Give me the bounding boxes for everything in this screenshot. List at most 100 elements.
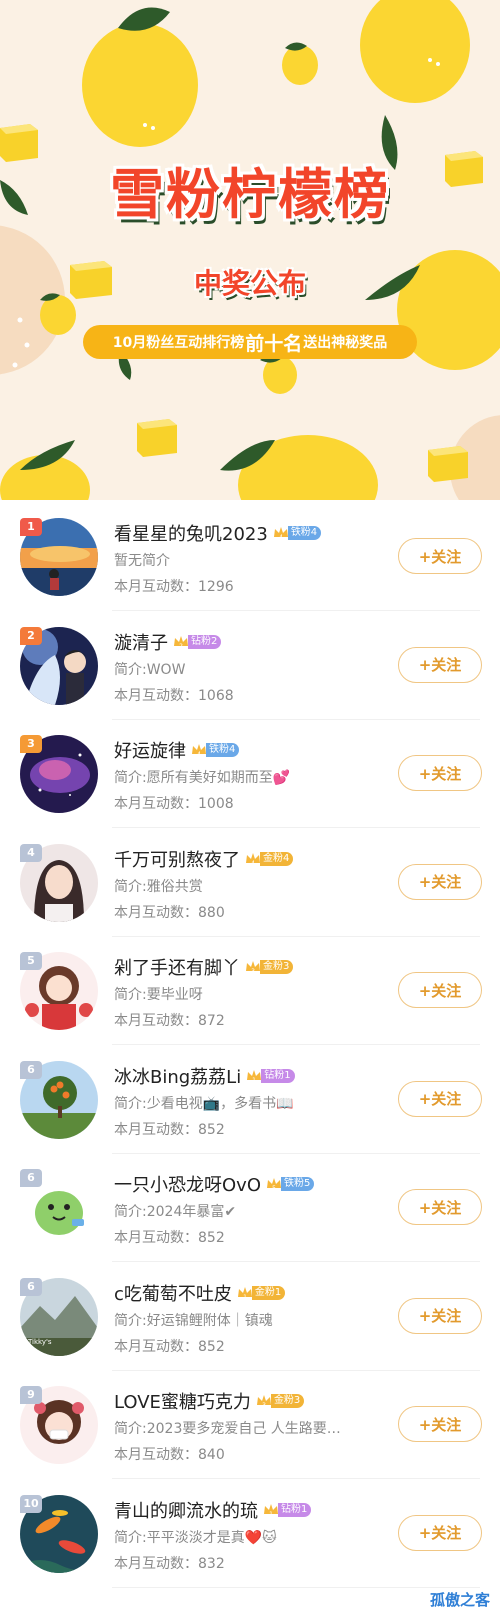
- svg-text:Tikky's: Tikky's: [27, 1338, 52, 1346]
- fan-level-badge: 4 铁粉4: [272, 525, 322, 541]
- user-name[interactable]: 好运旋律 4 铁粉4: [114, 737, 240, 763]
- fan-level-badge: 1 钻粉1: [245, 1068, 295, 1084]
- badge-label: 铁粉4: [287, 526, 322, 540]
- badge-level: 1: [243, 1294, 247, 1301]
- badge-level: 3: [262, 1402, 266, 1409]
- ranking-row[interactable]: 2 漩清子 2 钻粉2 简介:WOW 本月互动数：1068 +关注: [0, 609, 500, 720]
- follow-button[interactable]: +关注: [398, 1514, 482, 1551]
- ranking-row[interactable]: 5 剁了手还有脚丫 3 金粉3 简介:要毕业呀 本月互动数：872 +关注: [0, 934, 500, 1045]
- user-bio: 简介:2024年暴富✔: [114, 1204, 237, 1220]
- badge-label: 钻粉1: [278, 1502, 312, 1517]
- user-bio: 简介:平平淡淡才是真❤️🐱: [114, 1529, 277, 1546]
- follow-button[interactable]: +关注: [398, 646, 482, 683]
- ranking-row[interactable]: 10 青山的卿流水的琉 1 钻粉1 简介:平平淡淡才是真❤️🐱 本月互动数：83…: [0, 1477, 500, 1588]
- badge-label: 金粉4: [260, 851, 294, 866]
- fan-level-badge: 2 钻粉2: [172, 634, 222, 650]
- user-name-text[interactable]: LOVE蜜糖巧克力: [114, 1388, 251, 1414]
- monthly-interaction-count: 本月互动数：880: [114, 904, 225, 921]
- user-name[interactable]: 千万可别熬夜了 4 金粉4: [114, 846, 294, 872]
- user-name-text[interactable]: 千万可别熬夜了: [114, 846, 240, 872]
- rank-badge: 6: [20, 1169, 42, 1187]
- follow-button[interactable]: +关注: [398, 1406, 482, 1442]
- ranking-row[interactable]: 6 冰冰Bing荔荔Li 1 钻粉1 简介:少看电视📺，多看书📖 本月互动数：8…: [0, 1043, 500, 1154]
- ranking-row[interactable]: 1 看星星的兔叽2023 4 铁粉4 暂无简介 本月互动数：1296 +关注: [0, 500, 500, 611]
- tagline-prefix: 10月粉丝互动排行榜: [112, 335, 245, 351]
- user-name[interactable]: 剁了手还有脚丫 3 金粉3: [114, 954, 294, 980]
- user-bio: 简介:WOW: [114, 661, 186, 678]
- row-divider: [112, 1586, 480, 1588]
- user-name-text[interactable]: 一只小恐龙呀OvO: [114, 1171, 261, 1197]
- follow-button[interactable]: +关注: [398, 1189, 482, 1225]
- follow-button[interactable]: +关注: [398, 972, 482, 1008]
- user-bio: 简介:好运锦鲤附体｜镇魂: [114, 1312, 273, 1329]
- user-name[interactable]: 漩清子 2 钻粉2: [114, 629, 222, 655]
- monthly-interaction-count: 本月互动数：852: [114, 1121, 225, 1138]
- rank-badge: 2: [20, 626, 42, 645]
- monthly-interaction-count: 本月互动数：1068: [114, 687, 234, 704]
- follow-button[interactable]: +关注: [398, 1080, 482, 1117]
- fan-level-badge: 4 金粉4: [244, 851, 294, 867]
- user-name-text[interactable]: 看星星的兔叽2023: [114, 520, 268, 546]
- user-name-text[interactable]: 冰冰Bing荔荔Li: [114, 1063, 241, 1089]
- follow-button[interactable]: +关注: [398, 1297, 482, 1334]
- user-bio: 简介:少看电视📺，多看书📖: [114, 1095, 294, 1112]
- badge-level: 4: [279, 534, 283, 541]
- user-name[interactable]: 冰冰Bing荔荔Li 1 钻粉1: [114, 1063, 295, 1089]
- monthly-interaction-count: 本月互动数：852: [114, 1338, 225, 1355]
- user-name[interactable]: 看星星的兔叽2023 4 铁粉4: [114, 520, 322, 546]
- rank-badge: 4: [20, 843, 42, 862]
- badge-label: 铁粉4: [206, 743, 240, 757]
- fan-level-badge: 5 铁粉5: [265, 1176, 315, 1192]
- user-name-text[interactable]: 好运旋律: [114, 737, 186, 763]
- tagline-highlight: 前十名: [245, 332, 303, 355]
- rank-badge: 6: [20, 1277, 42, 1296]
- banner-subtitle: 中奖公布: [193, 267, 306, 300]
- badge-level: 1: [252, 1077, 256, 1084]
- badge-label: 金粉3: [260, 960, 294, 974]
- fan-level-badge: 1 金粉1: [236, 1285, 286, 1301]
- fan-level-badge: 4 铁粉4: [190, 742, 240, 758]
- badge-level: 4: [251, 860, 255, 867]
- monthly-interaction-count: 本月互动数：872: [114, 1013, 225, 1029]
- badge-label: 钻粉1: [261, 1068, 295, 1083]
- user-name-text[interactable]: 青山的卿流水的琉: [114, 1497, 258, 1523]
- user-name-text[interactable]: 剁了手还有脚丫: [114, 954, 240, 980]
- user-name[interactable]: 一只小恐龙呀OvO 5 铁粉5: [114, 1171, 315, 1197]
- badge-level: 4: [197, 751, 201, 758]
- badge-label: 钻粉2: [188, 634, 222, 649]
- watermark: 孤傲之客: [429, 1591, 490, 1609]
- monthly-interaction-count: 本月互动数：840: [114, 1447, 225, 1463]
- banner-tagline: 10月粉丝互动排行榜 前十名 送出神秘奖品: [83, 325, 417, 359]
- fan-level-badge: 3 金粉3: [244, 959, 294, 975]
- badge-label: 金粉1: [251, 1285, 286, 1300]
- badge-level: 3: [251, 968, 255, 975]
- monthly-interaction-count: 本月互动数：1008: [114, 796, 234, 812]
- rank-badge: 10: [20, 1494, 42, 1513]
- follow-button[interactable]: +关注: [398, 863, 482, 900]
- badge-label: 铁粉5: [281, 1177, 315, 1191]
- follow-button[interactable]: +关注: [398, 538, 482, 574]
- follow-button[interactable]: +关注: [398, 755, 482, 791]
- user-name-text[interactable]: c吃葡萄不吐皮: [114, 1280, 232, 1306]
- ranking-row[interactable]: 9 LOVE蜜糖巧克力 3 金粉3 简介:2023要多宠爱自己 人生路要… 本月…: [0, 1368, 500, 1479]
- monthly-interaction-count: 本月互动数：832: [114, 1555, 225, 1572]
- ranking-row[interactable]: 3 好运旋律 4 铁粉4 简介:愿所有美好如期而至💕 本月互动数：1008 +关…: [0, 717, 500, 828]
- user-name[interactable]: c吃葡萄不吐皮 1 金粉1: [114, 1280, 286, 1306]
- monthly-interaction-count: 本月互动数：1296: [114, 579, 234, 595]
- ranking-row[interactable]: Tikky's 6 c吃葡萄不吐皮 1 金粉1 简介:好运锦鲤附体｜镇魂 本月互…: [0, 1260, 500, 1371]
- tagline-suffix: 送出神秘奖品: [303, 335, 388, 351]
- ranking-row[interactable]: 6 一只小恐龙呀OvO 5 铁粉5 简介:2024年暴富✔ 本月互动数：852 …: [0, 1151, 500, 1262]
- fan-level-badge: 3 金粉3: [255, 1393, 305, 1409]
- user-name[interactable]: LOVE蜜糖巧克力 3 金粉3: [114, 1388, 305, 1414]
- user-bio: 简介:2023要多宠爱自己 人生路要…: [114, 1421, 341, 1437]
- lemon-banner: 雪粉柠檬榜 中奖公布 10月粉丝互动排行榜 前十名 送出神秘奖品: [0, 0, 500, 500]
- rank-badge: 6: [20, 1060, 42, 1079]
- badge-level: 2: [179, 643, 183, 650]
- user-bio: 暂无简介: [114, 553, 170, 569]
- rank-badge: 5: [20, 952, 42, 970]
- banner-title: 雪粉柠檬榜: [110, 163, 390, 226]
- badge-level: 5: [272, 1185, 276, 1192]
- user-name[interactable]: 青山的卿流水的琉 1 钻粉1: [114, 1497, 312, 1523]
- user-name-text[interactable]: 漩清子: [114, 629, 168, 655]
- ranking-row[interactable]: 4 千万可别熬夜了 4 金粉4 简介:雅俗共赏 本月互动数：880 +关注: [0, 826, 500, 937]
